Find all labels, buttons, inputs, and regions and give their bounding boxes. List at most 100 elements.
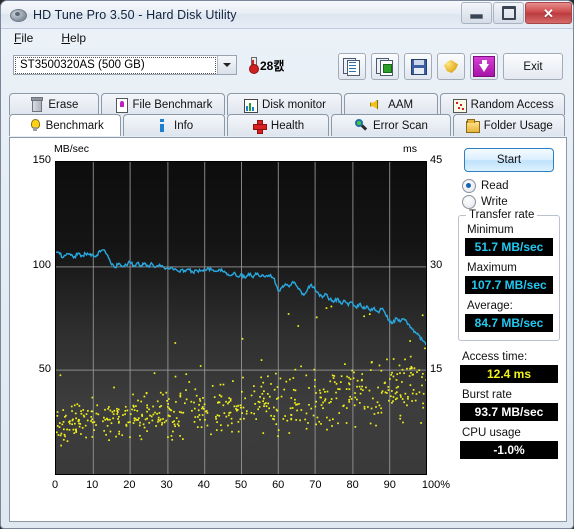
x-axis-ticks: 0 10 20 30 40 50 60 70 80 90 100%: [51, 479, 450, 495]
x-tick-label: 80: [346, 479, 359, 491]
access-time-block: Access time: 12.4 ms: [460, 351, 558, 383]
minimize-button[interactable]: [461, 2, 492, 24]
bar-chart-icon: [243, 98, 259, 113]
hd-tune-window: HD Tune Pro 3.50 - Hard Disk Utility ✕ F…: [0, 0, 574, 529]
start-button[interactable]: Start: [464, 148, 554, 172]
chevron-down-icon[interactable]: [217, 56, 236, 74]
menu-help-label: elp: [70, 31, 87, 45]
speaker-icon: [369, 98, 383, 112]
maximum-value: 107.7 MB/sec: [465, 276, 553, 294]
copy-text-button[interactable]: [338, 53, 366, 80]
x-tick-label: 40: [197, 479, 210, 491]
x-tick-label: 30: [160, 479, 173, 491]
lightbulb-icon: [27, 118, 41, 133]
x-tick-label: 60: [272, 479, 285, 491]
benchmark-sidebar: Start Read Write Transfer rate Minimum 5…: [454, 142, 564, 465]
x-tick-label: 70: [309, 479, 322, 491]
tab-info[interactable]: Info: [123, 114, 225, 136]
radio-write[interactable]: Write: [462, 195, 564, 209]
x-tick-label: 20: [123, 479, 136, 491]
health-cross-icon: [252, 119, 267, 134]
tab-info-label: Info: [174, 119, 194, 132]
tab-row-bottom: Benchmark Info Health Error Scan Folder …: [9, 114, 567, 136]
temperature-value: 28캜: [260, 58, 285, 73]
radio-read-label: Read: [481, 180, 509, 192]
close-icon: ✕: [543, 5, 554, 21]
window-controls: ✕: [461, 2, 572, 24]
burst-rate-block: Burst rate 93.7 MB/sec: [460, 389, 558, 421]
burst-rate-value: 93.7 MB/sec: [460, 403, 558, 421]
temperature-indicator: 28캜: [249, 55, 284, 75]
x-tick-label: 50: [234, 479, 248, 491]
save-button[interactable]: [404, 53, 432, 80]
tab-random-access-label: Random Access: [470, 98, 554, 111]
mode-radio-group: Read Write: [462, 179, 564, 209]
drive-select[interactable]: ST3500320AS (500 GB): [13, 55, 237, 75]
y2-axis-label: ms: [403, 143, 417, 155]
keys-icon: [442, 58, 460, 75]
tab-health[interactable]: Health: [226, 114, 330, 136]
minimum-value: 51.7 MB/sec: [465, 238, 553, 256]
average-label: Average:: [467, 300, 513, 312]
menu-file[interactable]: File: [9, 30, 38, 46]
close-button[interactable]: ✕: [525, 2, 572, 24]
tab-benchmark[interactable]: Benchmark: [9, 114, 122, 136]
maximize-button[interactable]: [493, 2, 524, 24]
plot-area: [55, 161, 427, 475]
copy-document-icon: [343, 58, 361, 76]
options-button[interactable]: [437, 53, 465, 80]
x-tick-label: 10: [86, 479, 99, 491]
maximum-label: Maximum: [467, 262, 517, 274]
menu-bar: File Help: [1, 28, 573, 48]
access-time-value: 12.4 ms: [460, 365, 558, 383]
benchmark-panel: MB/sec ms 50 100 150 15 30 45 0 10 20 30 40 50 60 7…: [9, 137, 567, 522]
minimum-label: Minimum: [467, 224, 514, 236]
trash-icon: [29, 96, 44, 112]
y-tick-label: 150: [32, 154, 51, 166]
cpu-usage-label: CPU usage: [462, 427, 521, 439]
transfer-rate-title: Transfer rate: [466, 209, 538, 221]
x-tick-label: 90: [383, 479, 396, 491]
tab-random-access[interactable]: Random Access: [440, 93, 565, 115]
exit-button[interactable]: Exit: [503, 53, 563, 80]
tab-file-benchmark[interactable]: File Benchmark: [100, 93, 226, 115]
tab-error-scan-label: Error Scan: [372, 119, 428, 132]
y-tick-label: 100: [32, 258, 51, 271]
tab-strip: Erase File Benchmark Disk monitor AAM Ra…: [9, 93, 567, 136]
radio-write-dot: [462, 195, 476, 209]
drive-select-value: ST3500320AS (500 GB): [15, 56, 216, 74]
y-axis-label: MB/sec: [54, 143, 90, 155]
tab-erase-label: Erase: [48, 98, 79, 111]
thermometer-icon: [249, 56, 259, 74]
file-benchmark-icon: [114, 97, 128, 113]
folder-icon: [465, 118, 480, 133]
tab-erase[interactable]: Erase: [9, 93, 99, 115]
tab-aam-label: AAM: [388, 98, 414, 111]
download-button[interactable]: [470, 53, 498, 80]
tab-disk-monitor-label: Disk monitor: [262, 98, 326, 111]
chart-svg: [56, 162, 426, 474]
tab-benchmark-label: Benchmark: [45, 119, 104, 132]
tab-disk-monitor[interactable]: Disk monitor: [227, 93, 342, 115]
tab-folder-usage-label: Folder Usage: [483, 119, 553, 132]
down-arrow-icon: [473, 56, 495, 77]
tab-aam[interactable]: AAM: [343, 93, 439, 115]
y-tick-label: 50: [38, 363, 51, 376]
tab-row-top: Erase File Benchmark Disk monitor AAM Ra…: [9, 93, 567, 115]
magnifier-icon: [354, 118, 368, 133]
toolbar: ST3500320AS (500 GB) 28캜 Exit: [1, 49, 573, 89]
scatter-icon: [452, 98, 467, 113]
toolbar-buttons: Exit: [338, 53, 563, 80]
menu-help[interactable]: Help: [56, 30, 91, 46]
copy-screenshot-icon: [376, 58, 394, 76]
copy-image-button[interactable]: [371, 53, 399, 80]
x-tick-label: 0: [51, 479, 59, 491]
radio-read[interactable]: Read: [462, 179, 564, 193]
tab-folder-usage[interactable]: Folder Usage: [452, 114, 565, 136]
y-axis-ticks: 50 100 150: [11, 154, 51, 475]
tab-file-benchmark-label: File Benchmark: [132, 98, 213, 111]
cpu-usage-block: CPU usage -1.0%: [460, 427, 558, 459]
tab-error-scan[interactable]: Error Scan: [331, 114, 451, 136]
hard-disk-icon: [9, 6, 27, 24]
floppy-disk-icon: [409, 58, 427, 75]
